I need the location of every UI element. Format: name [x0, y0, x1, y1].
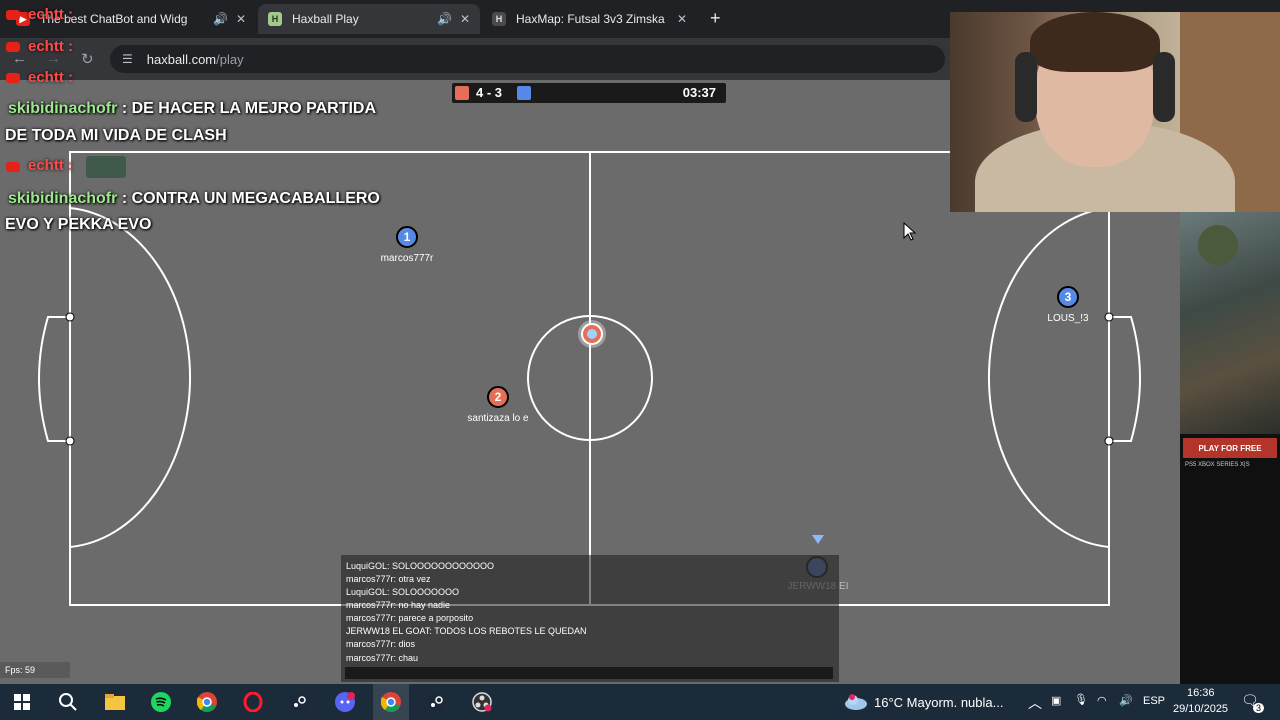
notification-count-badge: 3 — [1253, 703, 1265, 713]
close-icon[interactable]: ✕ — [677, 12, 687, 26]
close-icon[interactable]: ✕ — [460, 12, 470, 26]
chat-text: : DE HACER LA MEJRO PARTIDA — [121, 100, 377, 117]
language-indicator[interactable]: ESP — [1143, 695, 1165, 707]
start-windows-icon[interactable] — [4, 684, 40, 720]
player-disc-blue: 1 — [396, 226, 418, 248]
site-info-icon[interactable]: ☰ — [122, 52, 133, 66]
ad-soldier-image — [1198, 225, 1238, 265]
clock-date[interactable]: 29/10/2025 — [1173, 703, 1228, 715]
youtube-badge-icon — [6, 162, 20, 172]
search-icon[interactable] — [50, 684, 86, 720]
tab-title: HaxMap: Futsal 3v3 Zimska Liga — [516, 12, 669, 26]
steam-icon[interactable] — [281, 684, 317, 720]
weather-text[interactable]: 16°C Mayorm. nubla... — [874, 695, 1003, 710]
chat-username-echtt: echtt : — [28, 6, 73, 23]
ad-platforms: PS5 XBOX SERIES X|S — [1185, 462, 1250, 468]
chat-text: : CONTRA UN MEGACABALLERO — [121, 190, 380, 207]
screen: ▶ The best ChatBot and Widg 🔊 ✕ H Haxbal… — [0, 0, 1280, 720]
back-icon[interactable]: ← — [12, 50, 27, 67]
chrome-active-icon[interactable] — [373, 684, 409, 720]
chat-message: marcos777r: chau — [346, 653, 419, 663]
haxball-favicon-icon: H — [268, 12, 282, 26]
close-icon[interactable]: ✕ — [236, 12, 246, 26]
chat-message: LuquiGOL: SOLOOOOOOO — [346, 587, 460, 597]
weather-cloud-icon[interactable] — [838, 684, 874, 720]
match-timer: 03:37 — [682, 85, 716, 100]
youtube-badge-icon — [6, 73, 20, 83]
chat-message: LuquiGOL: SOLOOOOOOOOOOOO — [346, 561, 495, 571]
tab-haxball[interactable]: H Haxball Play 🔊 ✕ — [258, 4, 480, 34]
chat-message: marcos777r: no hay nadie — [346, 600, 451, 610]
ball — [581, 323, 603, 345]
chat-message: marcos777r: dios — [346, 639, 416, 649]
new-tab-plus-icon[interactable]: + — [710, 8, 721, 29]
steam-icon[interactable] — [418, 684, 454, 720]
speaker-icon[interactable]: 🔊 — [213, 12, 228, 26]
webcam-overlay — [950, 12, 1280, 212]
reload-icon[interactable]: ↻ — [81, 50, 94, 68]
stream-chat-message: skibidinachofr : DE HACER LA MEJRO PARTI… — [8, 100, 376, 118]
wifi-icon[interactable]: ◠ — [1097, 694, 1107, 707]
chat-text: EVO Y PEKKA EVO — [5, 216, 152, 233]
ingame-chat-panel: LuquiGOL: SOLOOOOOOOOOOOO marcos777r: ot… — [341, 555, 839, 682]
chat-input[interactable] — [345, 667, 833, 679]
player-name: santizaza lo e — [467, 413, 529, 424]
headset-icon — [1153, 52, 1175, 122]
youtube-badge-icon — [6, 10, 20, 20]
stream-chat-message: skibidinachofr : CONTRA UN MEGACABALLERO — [8, 190, 380, 208]
chat-message: JERWW18 EL GOAT: TODOS LOS REBOTES LE QU… — [346, 626, 587, 636]
chrome-icon[interactable] — [189, 684, 225, 720]
obs-icon[interactable] — [464, 684, 500, 720]
chat-username: skibidinachofr — [8, 100, 118, 117]
goal-post — [65, 312, 75, 322]
ad-play-button[interactable]: PLAY FOR FREE — [1183, 438, 1277, 458]
haxmap-favicon-icon: H — [492, 12, 506, 26]
player-indicator-icon — [812, 535, 824, 544]
player-name: LOUS_!3 — [1047, 313, 1089, 324]
player-disc-blue: 3 — [1057, 286, 1079, 308]
right-goal — [1109, 316, 1141, 442]
discord-icon[interactable] — [327, 684, 363, 720]
chat-message: marcos777r: parece a porposito — [346, 613, 474, 623]
webcam-person-hair — [1030, 12, 1160, 72]
tab-title: Haxball Play — [292, 12, 359, 26]
scoreboard: 4 - 3 03:37 — [452, 83, 726, 103]
red-team-swatch — [455, 86, 469, 100]
address-bar[interactable]: ☰ haxball.com/play — [110, 45, 945, 73]
chat-username: skibidinachofr — [8, 190, 118, 207]
blue-team-swatch — [517, 86, 531, 100]
tab-haxmap[interactable]: H HaxMap: Futsal 3v3 Zimska Liga ✕ — [482, 4, 697, 34]
chat-message: marcos777r: otra vez — [346, 574, 431, 584]
left-penalty-area — [69, 207, 191, 548]
left-goal — [38, 316, 70, 442]
chat-username-echtt: echtt : — [28, 69, 73, 86]
player-name: marcos777r — [380, 253, 434, 264]
youtube-badge-icon — [6, 42, 20, 52]
chat-text: DE TODA MI VIDA DE CLASH — [5, 127, 227, 144]
player-disc-red: 2 — [487, 386, 509, 408]
clock-time[interactable]: 16:36 — [1187, 687, 1215, 699]
mouse-cursor-icon — [903, 222, 917, 241]
chevron-up-icon[interactable]: ︿ — [1028, 693, 1042, 713]
goal-post — [1104, 436, 1114, 446]
url-host: haxball.com — [146, 51, 217, 67]
url-path: /play — [216, 51, 244, 67]
opera-icon[interactable] — [235, 684, 271, 720]
headset-icon — [1015, 52, 1037, 122]
chat-username-echtt: echtt : — [28, 157, 73, 174]
meet-now-icon[interactable]: ▣ — [1051, 694, 1061, 707]
chat-username-echtt: echtt : — [28, 38, 73, 55]
volume-icon[interactable]: 🔊 — [1119, 694, 1133, 707]
ball-face-icon — [587, 329, 597, 339]
spotify-icon[interactable] — [143, 684, 179, 720]
right-penalty-area — [988, 207, 1110, 548]
score: 4 - 3 — [476, 85, 503, 100]
microphone-icon[interactable]: 🎙 — [1074, 693, 1088, 706]
file-explorer-icon[interactable] — [97, 684, 133, 720]
goal-post — [65, 436, 75, 446]
chat-sticker-image — [86, 156, 126, 178]
speaker-icon[interactable]: 🔊 — [437, 12, 452, 26]
fps-counter: Fps: 59 — [0, 662, 70, 678]
